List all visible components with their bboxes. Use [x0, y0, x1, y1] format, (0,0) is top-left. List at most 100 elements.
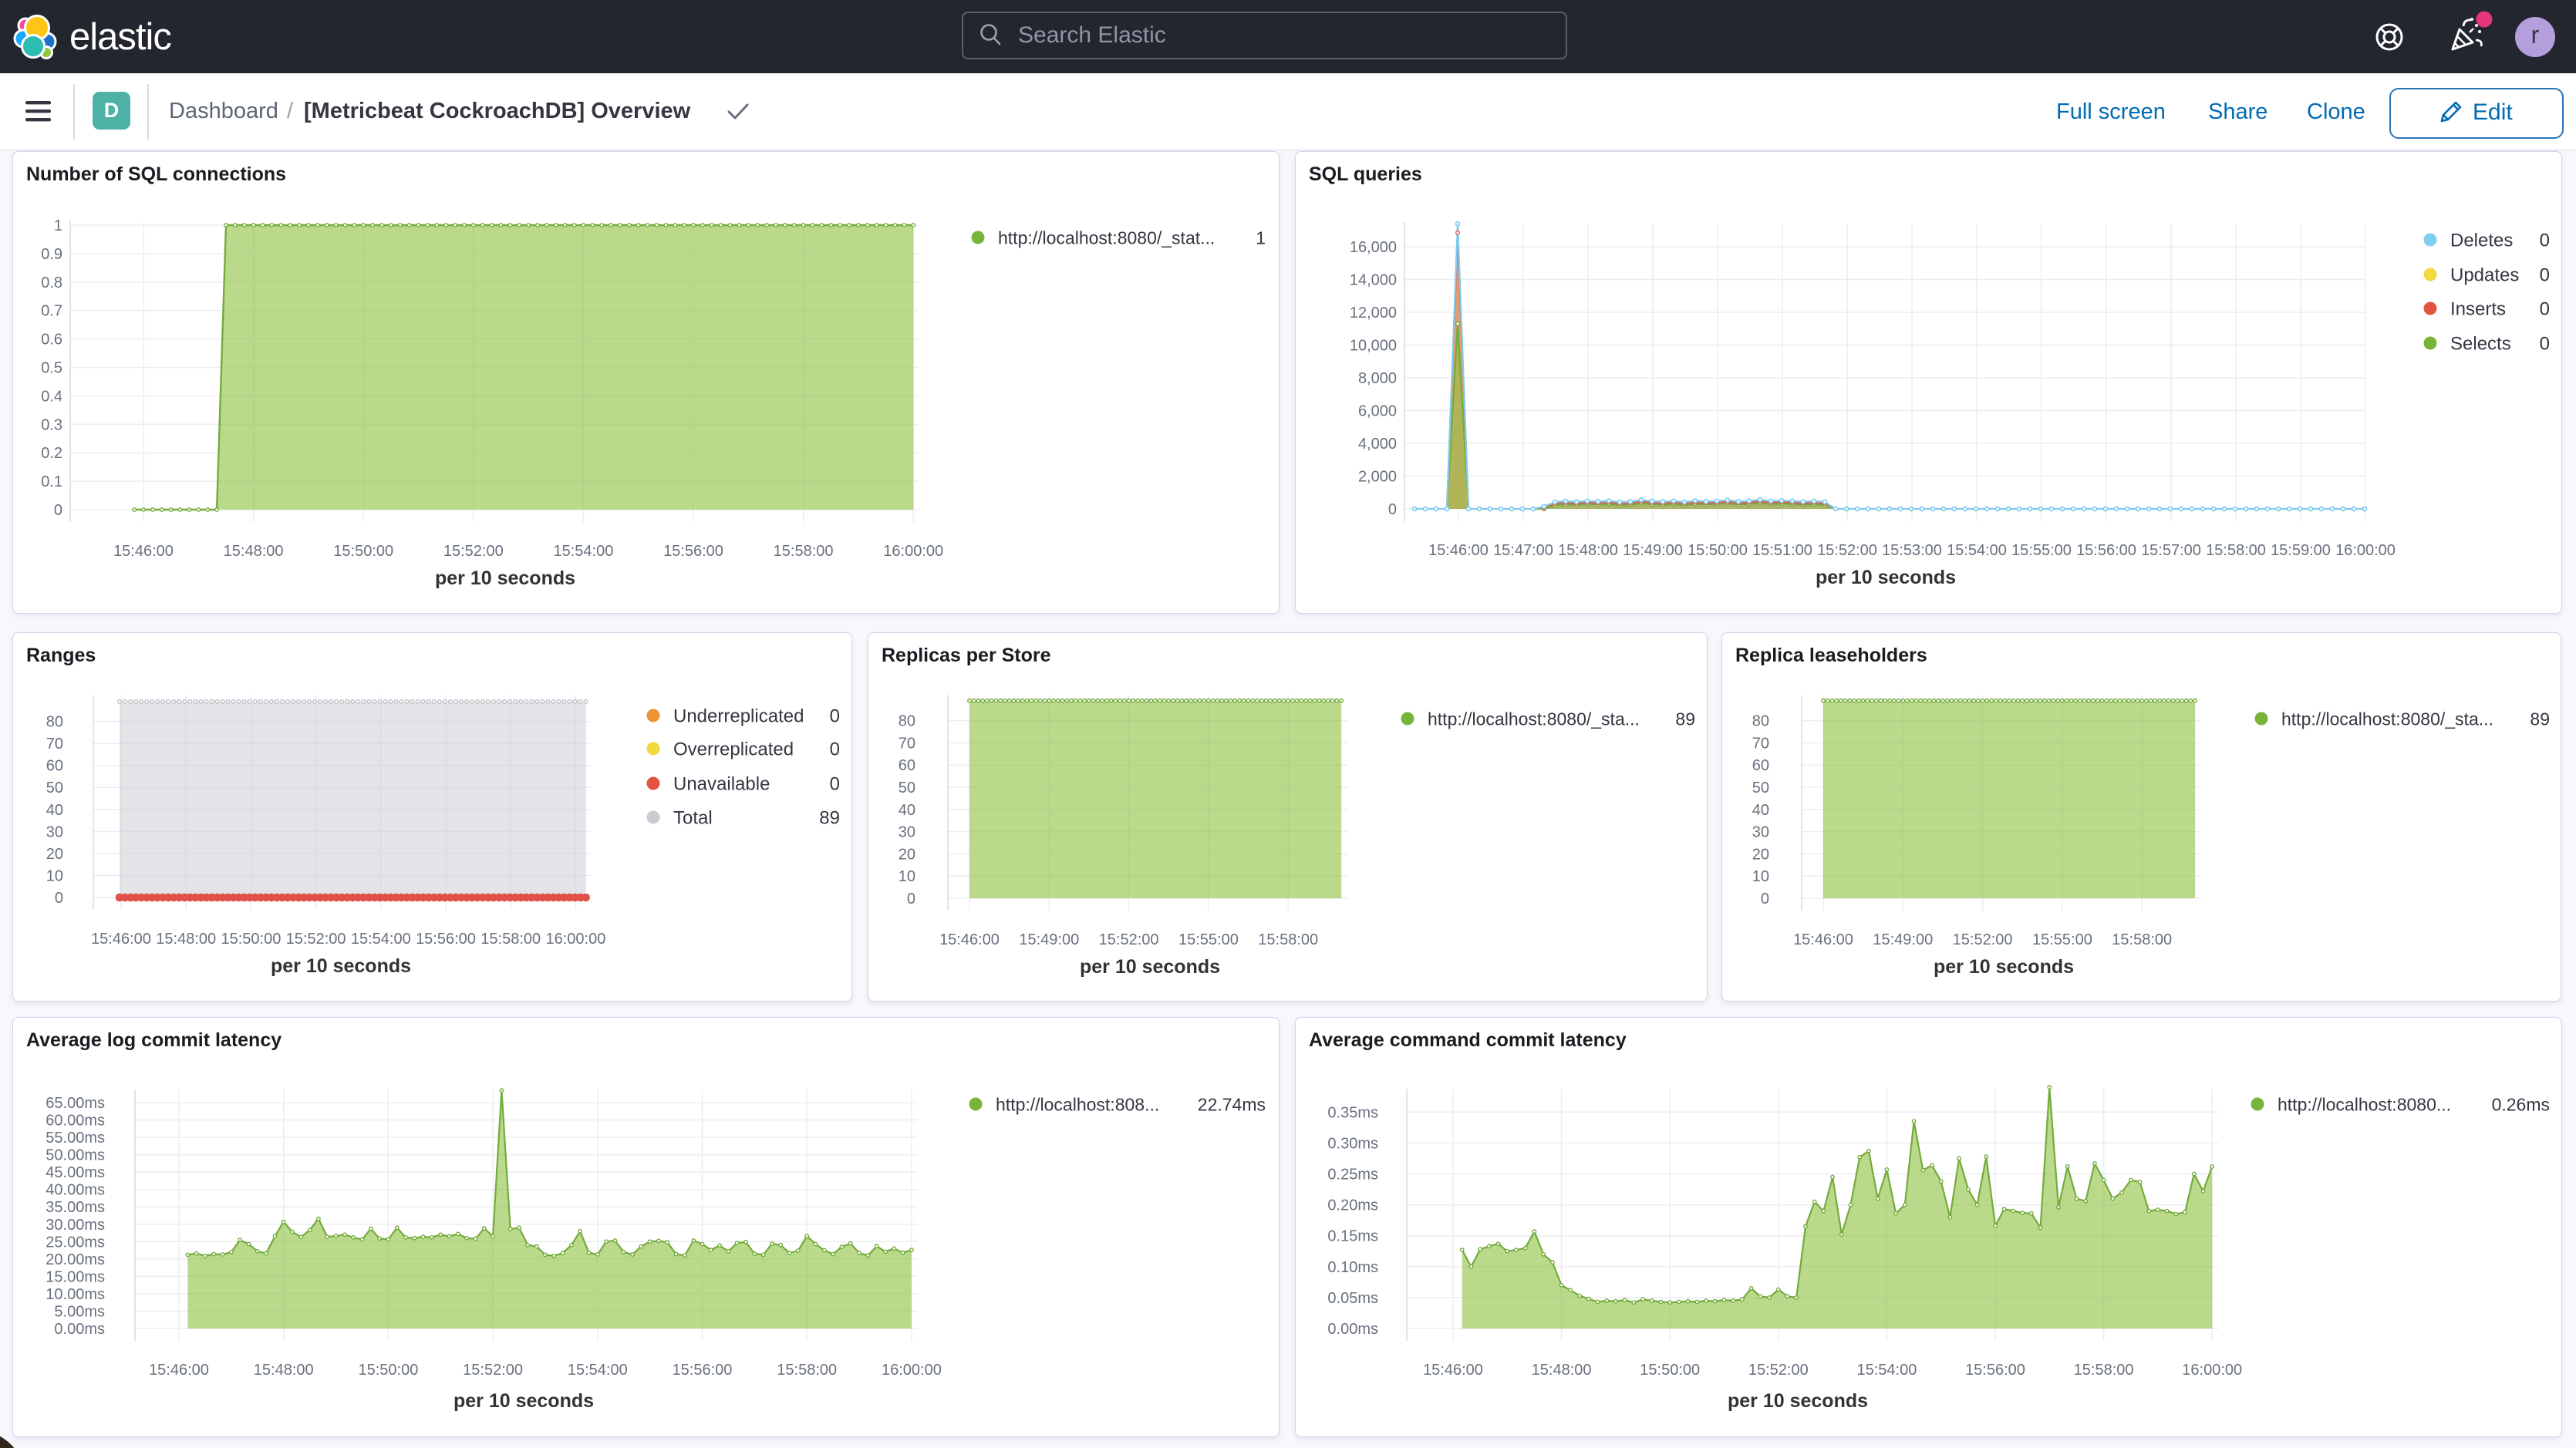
svg-text:70: 70: [1752, 735, 1769, 752]
svg-text:0.4: 0.4: [41, 388, 62, 405]
svg-text:0.3: 0.3: [41, 416, 62, 433]
svg-text:Underreplicated: Underreplicated: [673, 706, 804, 727]
svg-text:15:58:00: 15:58:00: [2112, 931, 2172, 948]
svg-text:6,000: 6,000: [1358, 403, 1397, 420]
svg-text:65.00ms: 65.00ms: [46, 1095, 105, 1112]
svg-text:89: 89: [819, 808, 840, 829]
svg-text:Selects: Selects: [2450, 334, 2511, 355]
svg-text:15:50:00: 15:50:00: [1640, 1362, 1700, 1379]
svg-text:Updates: Updates: [2450, 265, 2519, 286]
svg-text:20: 20: [46, 846, 63, 863]
svg-text:15:52:00: 15:52:00: [443, 543, 504, 560]
svg-text:Ranges: Ranges: [26, 645, 96, 666]
svg-text:40: 40: [1752, 802, 1769, 819]
svg-text:15:49:00: 15:49:00: [1623, 542, 1683, 559]
svg-text:16:00:00: 16:00:00: [545, 931, 605, 948]
svg-text:10: 10: [899, 868, 915, 885]
svg-text:15:58:00: 15:58:00: [2074, 1362, 2134, 1379]
svg-text:16:00:00: 16:00:00: [882, 1362, 942, 1379]
svg-text:20.00ms: 20.00ms: [46, 1251, 105, 1268]
svg-text:per 10 seconds: per 10 seconds: [1080, 956, 1220, 978]
svg-text:15:46:00: 15:46:00: [91, 931, 151, 948]
svg-text:25.00ms: 25.00ms: [46, 1234, 105, 1251]
svg-text:0: 0: [830, 739, 840, 760]
svg-text:15:50:00: 15:50:00: [333, 543, 393, 560]
svg-text:80: 80: [46, 714, 63, 731]
svg-text:0: 0: [1761, 891, 1769, 908]
svg-text:2,000: 2,000: [1358, 469, 1397, 486]
svg-text:40.00ms: 40.00ms: [46, 1182, 105, 1199]
svg-text:55.00ms: 55.00ms: [46, 1130, 105, 1147]
svg-text:16:00:00: 16:00:00: [2182, 1362, 2242, 1379]
svg-text:80: 80: [1752, 713, 1769, 730]
svg-text:20: 20: [1752, 846, 1769, 863]
svg-text:http://localhost:8080/_sta...: http://localhost:8080/_sta...: [1428, 709, 1640, 729]
svg-text:60: 60: [899, 757, 915, 774]
svg-text:15:54:00: 15:54:00: [553, 543, 613, 560]
svg-text:50: 50: [1752, 780, 1769, 796]
svg-text:16:00:00: 16:00:00: [883, 543, 943, 560]
svg-text:30: 30: [46, 823, 63, 840]
svg-text:0: 0: [1388, 501, 1397, 518]
svg-text:15.00ms: 15.00ms: [46, 1268, 105, 1285]
svg-text:elastic: elastic: [69, 16, 171, 58]
svg-text:60.00ms: 60.00ms: [46, 1113, 105, 1130]
svg-text:0: 0: [907, 891, 915, 908]
svg-text:15:46:00: 15:46:00: [1423, 1362, 1483, 1379]
svg-text:30.00ms: 30.00ms: [46, 1217, 105, 1234]
svg-text:Total: Total: [673, 808, 713, 829]
svg-text:15:54:00: 15:54:00: [1947, 542, 2007, 559]
svg-text:15:52:00: 15:52:00: [286, 931, 346, 948]
svg-text:0: 0: [2540, 299, 2550, 320]
svg-text:20: 20: [899, 846, 915, 863]
svg-text:0: 0: [2540, 265, 2550, 286]
svg-text:15:58:00: 15:58:00: [1258, 931, 1318, 948]
svg-text:0.9: 0.9: [41, 246, 62, 263]
svg-text:15:55:00: 15:55:00: [2011, 542, 2072, 559]
svg-text:0.1: 0.1: [41, 473, 62, 490]
svg-text:1: 1: [1256, 228, 1266, 248]
svg-text:15:55:00: 15:55:00: [1178, 931, 1239, 948]
svg-text:50: 50: [899, 780, 915, 796]
svg-text:0.8: 0.8: [41, 274, 62, 291]
svg-text:15:51:00: 15:51:00: [1752, 542, 1812, 559]
svg-text:15:48:00: 15:48:00: [254, 1362, 314, 1379]
svg-text:0: 0: [2540, 231, 2550, 251]
svg-text:0.20ms: 0.20ms: [1327, 1197, 1378, 1214]
svg-text:Average command commit latency: Average command commit latency: [1309, 1029, 1627, 1051]
svg-text:15:50:00: 15:50:00: [358, 1362, 418, 1379]
svg-text:Number of SQL connections: Number of SQL connections: [26, 163, 286, 185]
svg-text:15:54:00: 15:54:00: [351, 931, 411, 948]
svg-text:15:47:00: 15:47:00: [1493, 542, 1553, 559]
svg-text:0: 0: [2540, 334, 2550, 355]
svg-text:16,000: 16,000: [1350, 239, 1397, 256]
svg-text:15:57:00: 15:57:00: [2141, 542, 2201, 559]
svg-text:http://localhost:8080/_sta...: http://localhost:8080/_sta...: [2281, 709, 2493, 729]
svg-text:10.00ms: 10.00ms: [46, 1286, 105, 1303]
svg-text:0.5: 0.5: [41, 360, 62, 377]
svg-text:60: 60: [1752, 757, 1769, 774]
svg-text:14,000: 14,000: [1350, 272, 1397, 289]
svg-text:per 10 seconds: per 10 seconds: [1934, 956, 2074, 978]
svg-text:0.05ms: 0.05ms: [1327, 1290, 1378, 1307]
svg-text:15:52:00: 15:52:00: [1953, 931, 2013, 948]
svg-text:15:48:00: 15:48:00: [1558, 542, 1618, 559]
svg-text:http://localhost:8080/_stat...: http://localhost:8080/_stat...: [998, 228, 1215, 248]
svg-text:16:00:00: 16:00:00: [2335, 542, 2396, 559]
svg-text:15:54:00: 15:54:00: [1856, 1362, 1917, 1379]
svg-text:Replica leaseholders: Replica leaseholders: [1735, 645, 1927, 666]
svg-text:0.25ms: 0.25ms: [1327, 1167, 1378, 1184]
svg-text:Average log commit latency: Average log commit latency: [26, 1029, 282, 1051]
svg-text:15:55:00: 15:55:00: [2032, 931, 2092, 948]
svg-text:15:56:00: 15:56:00: [663, 543, 723, 560]
svg-text:0: 0: [830, 774, 840, 795]
svg-text:15:52:00: 15:52:00: [1817, 542, 1877, 559]
svg-text:15:48:00: 15:48:00: [1532, 1362, 1592, 1379]
svg-text:0.2: 0.2: [41, 445, 62, 462]
svg-text:15:46:00: 15:46:00: [1793, 931, 1853, 948]
svg-text:http://localhost:808...: http://localhost:808...: [996, 1095, 1159, 1115]
svg-text:22.74ms: 22.74ms: [1198, 1095, 1266, 1115]
svg-text:15:58:00: 15:58:00: [2206, 542, 2266, 559]
svg-text:15:52:00: 15:52:00: [463, 1362, 523, 1379]
svg-text:15:50:00: 15:50:00: [221, 931, 281, 948]
